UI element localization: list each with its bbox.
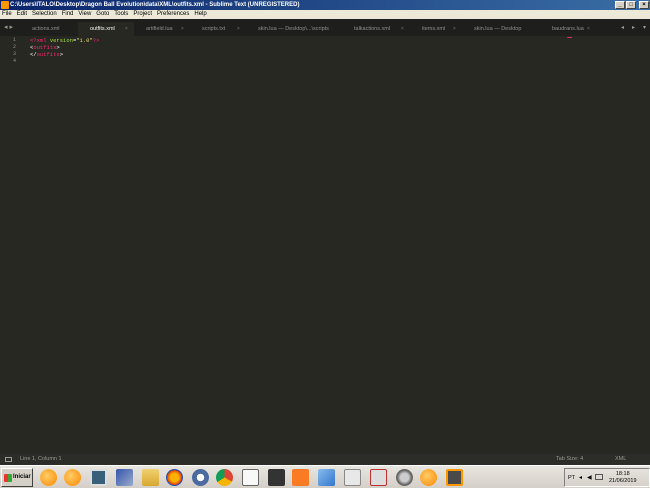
steam-icon[interactable]: [192, 469, 209, 486]
tab-scroll-controls: ◂ ▸ ▾: [621, 24, 646, 31]
tool-app-icon[interactable]: [344, 469, 361, 486]
settings-app-icon[interactable]: [396, 469, 413, 486]
network-icon[interactable]: [595, 474, 603, 480]
tab-baudrans-lua[interactable]: baudrans.lua ×: [540, 22, 596, 36]
menu-help[interactable]: Help: [194, 10, 206, 19]
tab-label: talkactions.xml: [354, 26, 391, 32]
tab-items-xml[interactable]: items.xml ×: [410, 22, 462, 36]
line-number: 4: [12, 58, 16, 64]
tab-scroll-right-icon[interactable]: ▸: [632, 24, 635, 31]
menu-view[interactable]: View: [78, 10, 91, 19]
menu-project[interactable]: Project: [133, 10, 152, 19]
dragonball-app-icon-2[interactable]: [64, 469, 81, 486]
tab-close-icon[interactable]: ×: [125, 22, 128, 36]
window-app-icon[interactable]: [90, 469, 107, 486]
tab-actions-xml[interactable]: actions.xml: [20, 22, 78, 36]
menu-goto[interactable]: Goto: [96, 10, 109, 19]
tab-scroll-left-icon[interactable]: ◂: [621, 24, 624, 31]
xampp-icon[interactable]: [292, 469, 309, 486]
tab-bar: ◂ ▸ actions.xml outfits.xml × artifield.…: [0, 19, 650, 36]
dragonball-app-icon[interactable]: [40, 469, 57, 486]
window-title: C:\Users\ITALO\Desktop\Dragon Ball Evolu…: [10, 2, 300, 8]
tab-close-icon[interactable]: ×: [237, 22, 240, 36]
title-bar: C:\Users\ITALO\Desktop\Dragon Ball Evolu…: [0, 0, 650, 10]
window-controls: _ □ ×: [615, 1, 649, 9]
tab-size-indicator[interactable]: Tab Size: 4: [556, 454, 583, 465]
speaker-icon[interactable]: ◀: [587, 474, 592, 481]
sublime-text-icon[interactable]: [446, 469, 463, 486]
code-line: <outfits>: [30, 44, 60, 51]
tab-skin-lua-scripts[interactable]: skin.lua — Desktop\...\scripts: [246, 22, 342, 36]
minimize-button[interactable]: _: [615, 1, 625, 9]
editor-area[interactable]: 1 2 3 4 <?xml version="1.0"?> <outfits> </…: [0, 36, 650, 454]
system-tray: PT ◂ ◀ 18:18 21/06/2019: [564, 468, 650, 487]
menu-selection[interactable]: Selection: [32, 10, 57, 19]
tab-label: artifield.lua: [146, 26, 173, 32]
computer-icon[interactable]: [116, 469, 133, 486]
tab-close-icon[interactable]: ×: [401, 22, 404, 36]
windows-taskbar: Iniciar PT ◂ ◀ 18:18 21/06/2019: [0, 465, 650, 488]
dragonball-app-icon-3[interactable]: [420, 469, 437, 486]
code-content[interactable]: <?xml version="1.0"?> <outfits> </outfits>: [30, 37, 99, 65]
tab-artifield-lua[interactable]: artifield.lua ×: [134, 22, 190, 36]
panel-toggle-icon[interactable]: [5, 457, 12, 462]
line-number: 2: [12, 44, 16, 50]
scissors-tool-icon[interactable]: [370, 469, 387, 486]
line-gutter: 1 2 3 4: [0, 36, 22, 454]
clock-date: 21/06/2019: [609, 478, 637, 484]
menu-find[interactable]: Find: [62, 10, 74, 19]
menu-edit[interactable]: Edit: [17, 10, 27, 19]
start-button[interactable]: Iniciar: [1, 468, 33, 487]
menu-tools[interactable]: Tools: [114, 10, 128, 19]
minimap-marker: ▬▬: [567, 36, 572, 40]
tab-nav-arrows-icon[interactable]: ◂ ▸: [4, 23, 13, 31]
tab-label: skin.lua — Desktop: [474, 26, 522, 32]
tab-list-dropdown-icon[interactable]: ▾: [643, 24, 646, 31]
sublime-window: C:\Users\ITALO\Desktop\Dragon Ball Evolu…: [0, 0, 650, 488]
language-indicator[interactable]: PT: [568, 475, 575, 481]
tab-scripts-txt[interactable]: scripts.txt ×: [190, 22, 246, 36]
map-editor-icon[interactable]: [318, 469, 335, 486]
notepad-icon[interactable]: [242, 469, 259, 486]
tab-label: outfits.xml: [90, 26, 115, 32]
tab-close-icon[interactable]: ×: [453, 22, 456, 36]
maximize-button[interactable]: □: [626, 1, 636, 9]
clock-time: 18:18: [615, 471, 630, 477]
tab-label: actions.xml: [32, 26, 60, 32]
firefox-icon[interactable]: [166, 469, 183, 486]
code-line: <?xml version="1.0"?>: [30, 37, 100, 44]
tab-label: items.xml: [422, 26, 446, 32]
chrome-icon[interactable]: [216, 469, 233, 486]
close-button[interactable]: ×: [639, 1, 649, 9]
windows-logo-icon: [4, 474, 12, 482]
line-number: 3: [12, 51, 16, 57]
tab-skin-lua-desktop[interactable]: skin.lua — Desktop: [462, 22, 540, 36]
tab-label: scripts.txt: [202, 26, 226, 32]
menu-file[interactable]: File: [2, 10, 12, 19]
menu-bar: File Edit Selection Find View Goto Tools…: [0, 10, 650, 19]
tab-talkactions-xml[interactable]: talkactions.xml ×: [342, 22, 410, 36]
cursor-position: Line 1, Column 1: [20, 456, 62, 462]
game-client-icon[interactable]: [268, 469, 285, 486]
tray-expand-icon[interactable]: ◂: [579, 474, 582, 481]
clock[interactable]: 18:18 21/06/2019: [609, 471, 637, 485]
tab-close-icon[interactable]: ×: [181, 22, 184, 36]
code-line: </outfits>: [30, 51, 64, 58]
menu-preferences[interactable]: Preferences: [157, 10, 189, 19]
tab-close-icon[interactable]: ×: [587, 22, 590, 36]
sublime-app-icon: [1, 1, 9, 9]
tab-label: baudrans.lua: [552, 26, 584, 32]
line-number: 1: [12, 37, 16, 43]
folder-icon[interactable]: [142, 469, 159, 486]
status-bar: Line 1, Column 1 Tab Size: 4 XML: [0, 454, 650, 465]
start-label: Iniciar: [13, 474, 31, 480]
tab-outfits-xml[interactable]: outfits.xml ×: [78, 22, 134, 36]
tab-label: skin.lua — Desktop\...\scripts: [258, 26, 329, 32]
syntax-indicator[interactable]: XML: [615, 454, 626, 465]
